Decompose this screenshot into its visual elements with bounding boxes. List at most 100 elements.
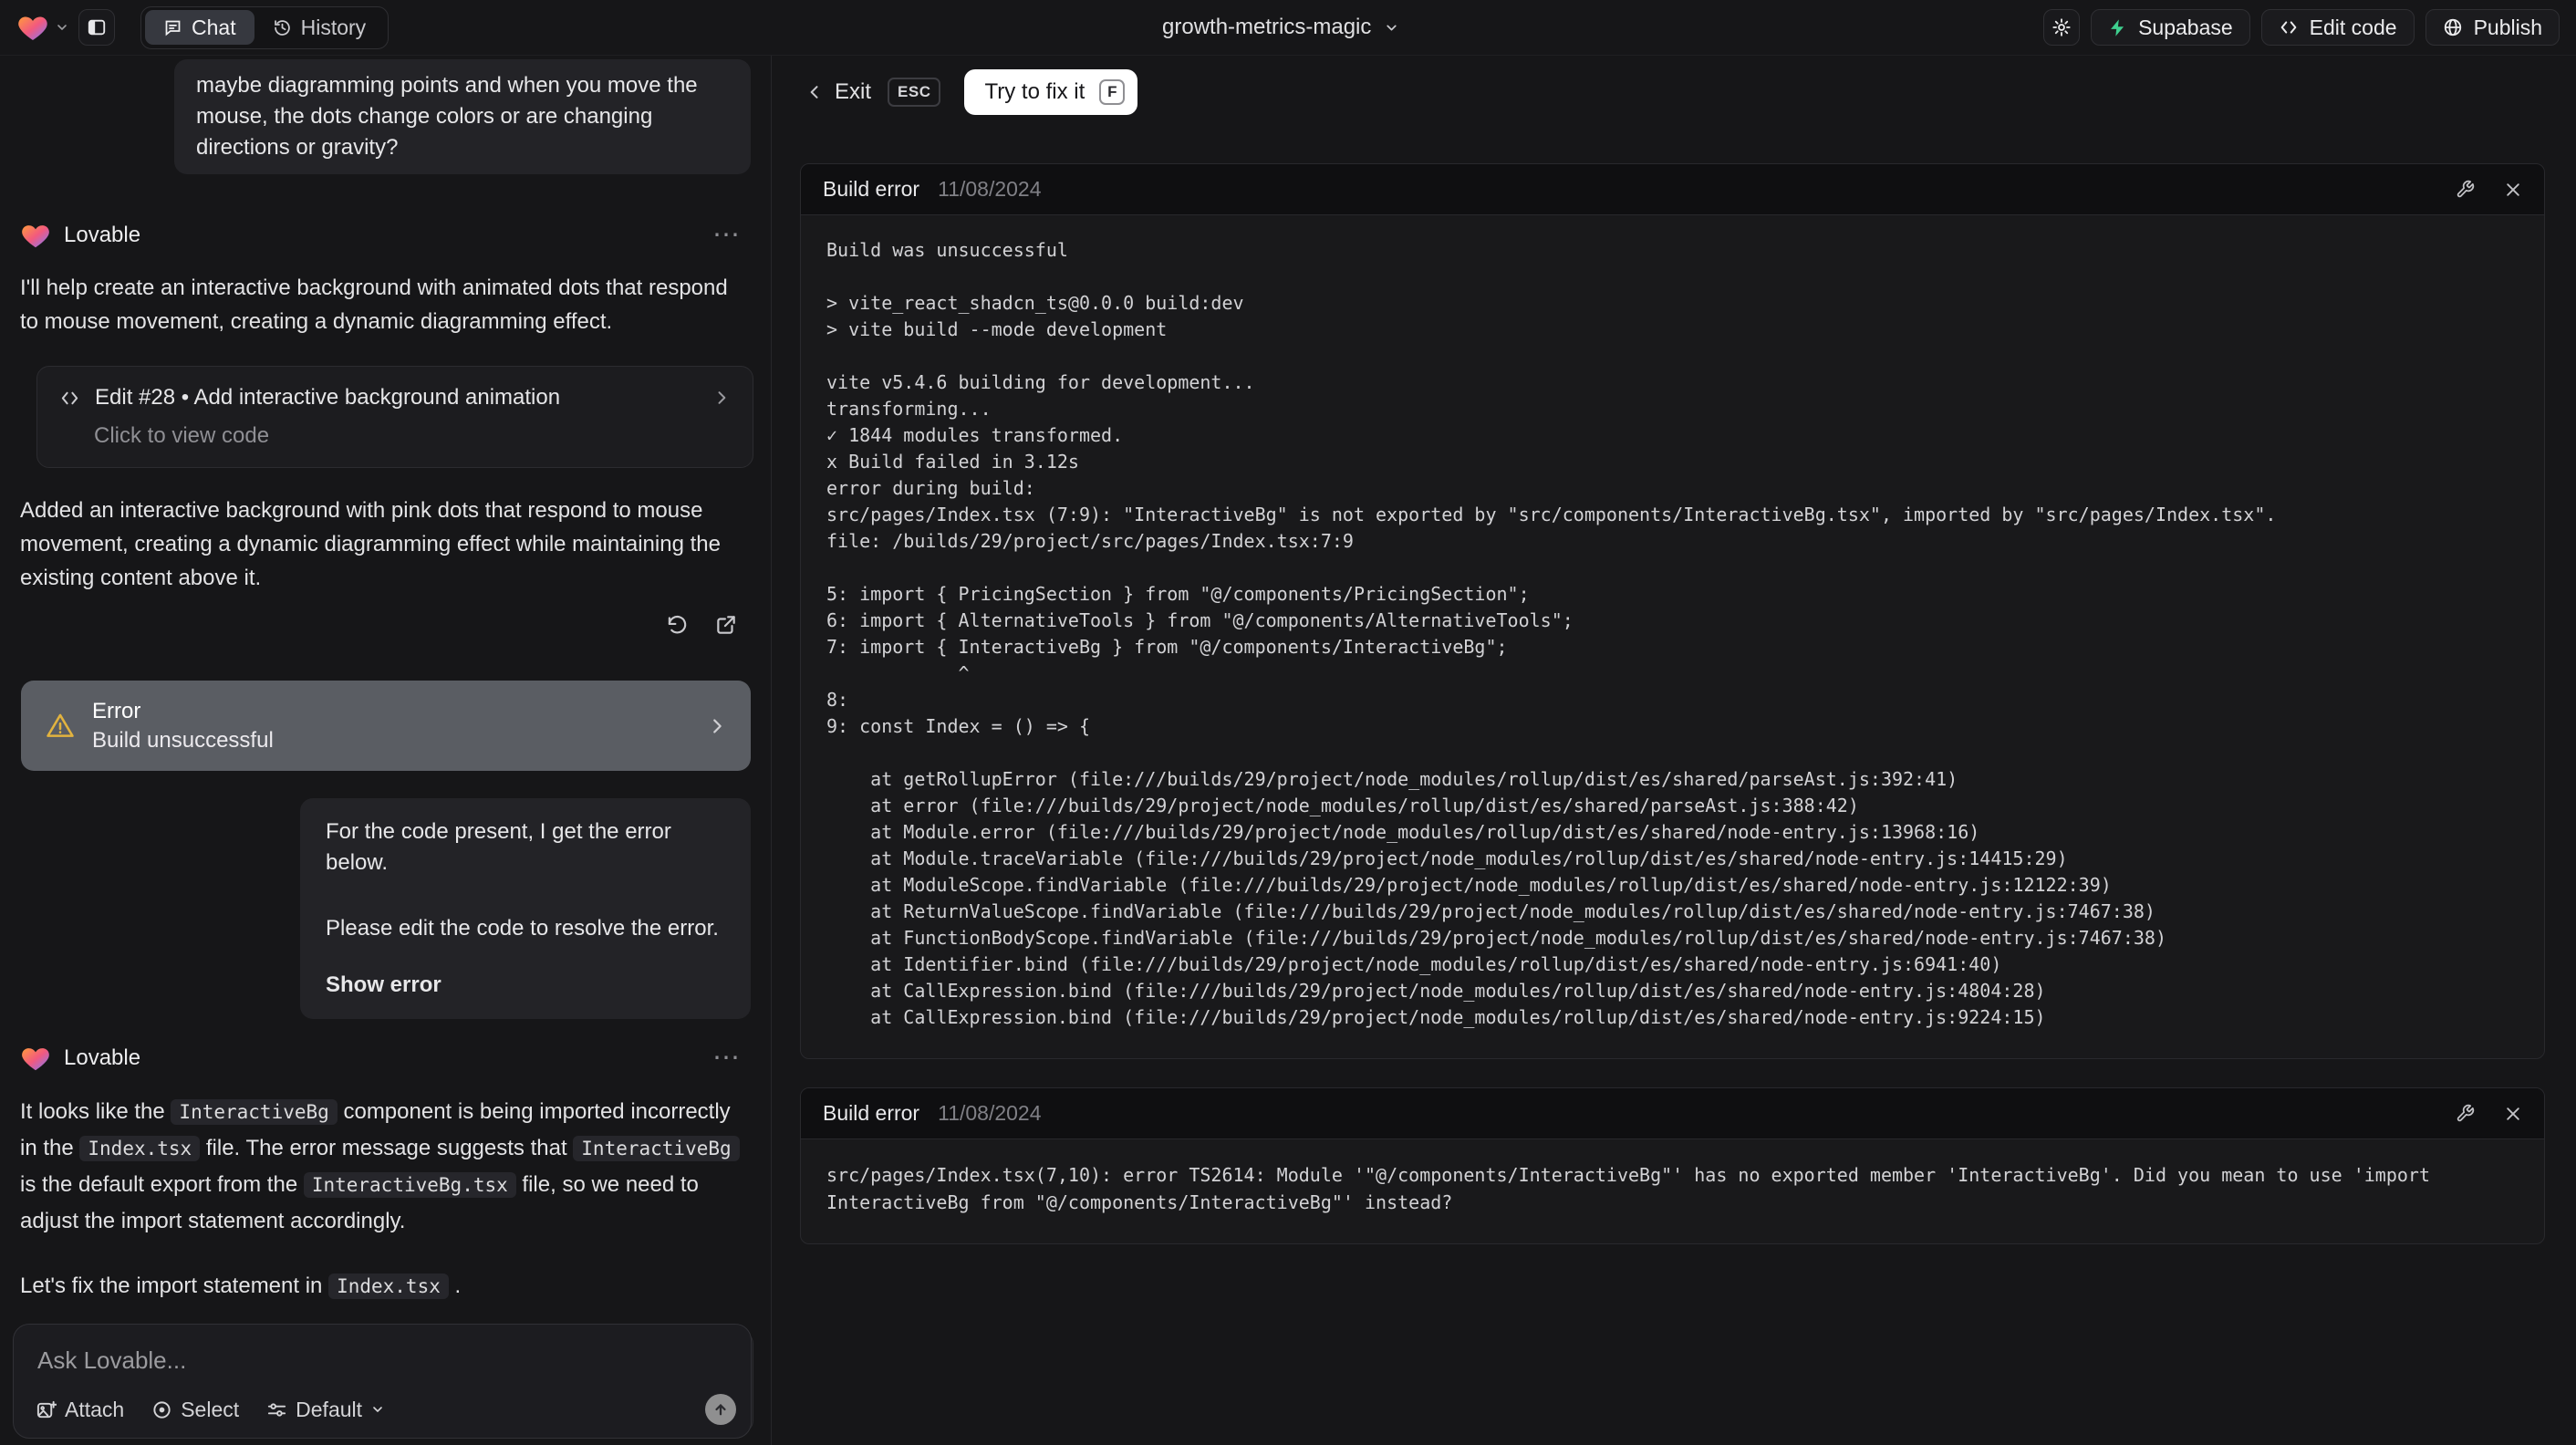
log-line: vite v5.4.6 building for development... — [826, 371, 1255, 393]
wrench-icon[interactable] — [2456, 180, 2475, 199]
tab-chat[interactable]: Chat — [145, 10, 254, 45]
mode-dropdown[interactable]: Default — [266, 1398, 385, 1422]
preview-toolbar: Exit ESC Try to fix it F — [805, 68, 2576, 116]
lovable-heart-icon — [20, 1043, 51, 1074]
tab-history-label: History — [300, 15, 367, 39]
image-plus-icon — [36, 1399, 57, 1420]
select-button[interactable]: Select — [151, 1398, 239, 1422]
edit-code-label: Edit code — [2309, 15, 2397, 39]
build-error-log[interactable]: Build was unsuccessful > vite_react_shad… — [801, 215, 2544, 1058]
log-line: at CallExpression.bind (file:///builds/2… — [826, 1006, 2046, 1028]
log-line: at Module.error (file:///builds/29/proje… — [826, 821, 1980, 843]
paragraph-text: It looks like the — [20, 1099, 171, 1124]
target-icon — [151, 1399, 172, 1420]
topbar: Chat History growth-metrics-magic Supaba… — [0, 0, 2576, 56]
log-line: 9: const Index = () => { — [826, 715, 1090, 737]
chevron-down-icon — [370, 1402, 385, 1417]
arrow-up-icon — [712, 1401, 729, 1418]
settings-button[interactable] — [2043, 9, 2081, 46]
publish-label: Publish — [2473, 15, 2542, 39]
inline-code: Index.tsx — [328, 1273, 449, 1299]
chat-panel: maybe diagramming points and when you mo… — [0, 56, 772, 1445]
view-tabs: Chat History — [140, 5, 390, 49]
assistant-paragraph: Added an interactive background with pin… — [20, 494, 750, 595]
chevron-right-icon — [707, 716, 727, 736]
log-line: > vite build --mode development — [826, 318, 1168, 340]
build-error-header: Build error 11/08/2024 — [801, 1088, 2544, 1139]
chevron-right-icon — [712, 389, 731, 407]
inline-code: InteractiveBg.tsx — [303, 1172, 516, 1198]
sidebar-toggle-button[interactable] — [78, 9, 115, 46]
assistant-header: Lovable ⋯ — [20, 1043, 751, 1074]
gear-icon — [2051, 17, 2072, 37]
close-icon[interactable] — [2504, 1105, 2522, 1123]
publish-button[interactable]: Publish — [2425, 9, 2560, 46]
build-error-header-actions — [2456, 1104, 2522, 1123]
assistant-paragraph: I'll help create an interactive backgrou… — [20, 271, 750, 338]
chevron-down-icon — [55, 20, 69, 35]
log-line: at FunctionBodyScope.findVariable (file:… — [826, 927, 2167, 949]
build-error-header: Build error 11/08/2024 — [801, 164, 2544, 215]
show-error-link[interactable]: Show error — [326, 970, 725, 1001]
wrench-icon[interactable] — [2456, 1104, 2475, 1123]
composer-toolbar: Attach Select Default — [36, 1394, 736, 1425]
log-line: 5: import { PricingSection } from "@/com… — [826, 583, 1530, 605]
log-line: at ReturnValueScope.findVariable (file:/… — [826, 900, 2155, 922]
log-line: at CallExpression.bind (file:///builds/2… — [826, 980, 2046, 1002]
error-status-title: Error — [92, 698, 141, 723]
code-brackets-icon — [2279, 17, 2299, 37]
chevron-down-icon — [1384, 20, 1399, 36]
supabase-bolt-icon — [2108, 18, 2127, 37]
log-line: 7: import { InteractiveBg } from "@/comp… — [826, 636, 1508, 658]
edit-28-card[interactable]: Edit #28 • Add interactive background an… — [36, 366, 753, 468]
log-line: transforming... — [826, 398, 992, 420]
project-switcher[interactable]: growth-metrics-magic — [1162, 15, 1399, 40]
select-label: Select — [181, 1397, 240, 1421]
user-message: maybe diagramming points and when you mo… — [174, 59, 751, 174]
chat-composer[interactable]: Ask Lovable... Attach Select Default — [13, 1324, 752, 1439]
build-error-panel-2: Build error 11/08/2024 src/pages/Index.t… — [800, 1087, 2545, 1244]
send-button[interactable] — [705, 1394, 736, 1425]
edit-code-button[interactable]: Edit code — [2260, 9, 2415, 46]
try-to-fix-button[interactable]: Try to fix it F — [964, 69, 1138, 115]
log-line: 8: — [826, 689, 849, 711]
message-menu-button[interactable]: ⋯ — [712, 222, 742, 249]
attach-label: Attach — [65, 1397, 125, 1421]
paragraph-text: Let's fix the import statement in — [20, 1273, 329, 1298]
build-error-log[interactable]: src/pages/Index.tsx(7,10): error TS2614:… — [801, 1139, 2544, 1243]
message-menu-button[interactable]: ⋯ — [712, 1045, 742, 1072]
supabase-button[interactable]: Supabase — [2091, 9, 2250, 46]
lovable-logo-menu[interactable] — [16, 11, 69, 44]
log-line: at getRollupError (file:///builds/29/pro… — [826, 768, 1958, 790]
build-error-title: Build error — [823, 177, 920, 201]
build-error-status-card[interactable]: Error Build unsuccessful — [21, 681, 751, 771]
error-status-subtitle: Build unsuccessful — [92, 727, 274, 753]
tab-history[interactable]: History — [254, 10, 385, 45]
restore-button[interactable] — [660, 608, 694, 642]
error-status-text: Error Build unsuccessful — [92, 699, 274, 754]
log-line: src/pages/Index.tsx (7:9): "InteractiveB… — [826, 504, 2277, 525]
composer-input[interactable]: Ask Lovable... — [37, 1346, 727, 1375]
close-icon[interactable] — [2504, 181, 2522, 199]
warning-triangle-icon — [45, 711, 76, 742]
edit-28-subtitle: Click to view code — [94, 423, 270, 448]
supabase-label: Supabase — [2138, 15, 2233, 39]
build-error-date: 11/08/2024 — [938, 177, 1042, 201]
open-preview-button[interactable] — [709, 608, 743, 642]
inline-code: InteractiveBg — [171, 1099, 338, 1125]
exit-button[interactable]: Exit — [835, 79, 871, 105]
attach-button[interactable]: Attach — [36, 1398, 124, 1422]
log-line: 6: import { AlternativeTools } from "@/c… — [826, 609, 1574, 631]
log-line: at Module.traceVariable (file:///builds/… — [826, 847, 2068, 869]
mode-label: Default — [296, 1397, 363, 1421]
message-actions — [20, 608, 743, 642]
topbar-left: Chat History — [16, 5, 390, 49]
inline-code: InteractiveBg — [573, 1136, 740, 1161]
log-line: at error (file:///builds/29/project/node… — [826, 795, 1859, 816]
chat-scroll-area[interactable]: maybe diagramming points and when you mo… — [0, 56, 771, 1433]
project-title: growth-metrics-magic — [1162, 15, 1372, 39]
lovable-heart-icon — [16, 11, 49, 44]
panel-left-icon — [87, 17, 107, 37]
